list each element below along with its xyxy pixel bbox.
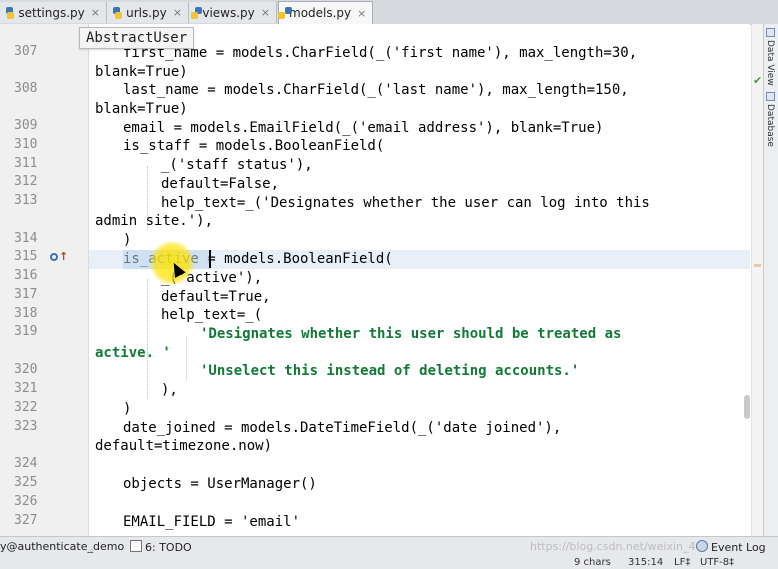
code-line: ): [123, 401, 132, 417]
code-line: help_text=_(: [161, 307, 263, 323]
code-line: ),: [161, 382, 178, 398]
status-bar: 9 chars 315:14 LF‡ UTF-8‡: [0, 556, 778, 569]
close-tab-icon[interactable]: ×: [357, 7, 366, 20]
code-line: first_name = models.CharField(_('first n…: [123, 45, 638, 61]
code-line: is_staff = models.BooleanField(: [123, 138, 385, 154]
code-line: 'Designates whether this user should be …: [200, 326, 622, 342]
line-number: 318: [14, 306, 38, 321]
line-number: 325: [14, 475, 38, 490]
tab-label: settings.py: [18, 5, 85, 20]
watermark: https://blog.csdn.net/weixin_44: [530, 540, 703, 553]
code-line: help_text=_('Designates whether the user…: [161, 195, 650, 211]
vertical-scrollbar-thumb[interactable]: [744, 395, 750, 419]
code-line: admin site.'),: [95, 213, 214, 229]
caret-position[interactable]: 315:14: [628, 557, 663, 568]
todo-icon: [130, 540, 142, 552]
line-number: 308: [14, 81, 38, 96]
tab-label: models.py: [289, 6, 352, 20]
tool-window-bar: y@authenticate_demo 6: TODO https://blog…: [0, 536, 778, 557]
line-number: 323: [14, 419, 38, 434]
python-file-icon: [190, 6, 203, 19]
event-log-icon: [696, 540, 708, 552]
code-line: blank=True): [95, 101, 188, 117]
line-number-gutter[interactable]: 307 308 309 310 311 312 313 314 315 316 …: [0, 24, 89, 536]
indent-guide: [186, 336, 187, 381]
right-tool-strip: Data View Database: [763, 24, 778, 536]
data-view-icon[interactable]: [766, 28, 775, 37]
code-line: _('staff status'),: [161, 157, 313, 173]
line-number: 314: [14, 231, 38, 246]
data-view-tool-button[interactable]: Data View: [765, 40, 775, 86]
line-number: 320: [14, 362, 38, 377]
tab-label: views.py: [202, 5, 255, 20]
line-number: 315: [14, 249, 38, 264]
database-tool-button[interactable]: Database: [765, 104, 775, 147]
line-number: 327: [14, 513, 38, 528]
tab-urls-py[interactable]: urls.py ×: [107, 2, 189, 23]
todo-tool-button[interactable]: 6: TODO: [130, 540, 192, 554]
selection-chars: 9 chars: [574, 557, 611, 568]
text-caret: [209, 250, 211, 268]
python-file-icon: [6, 6, 15, 19]
code-token: blank=True): [95, 64, 188, 80]
run-config-label[interactable]: y@authenticate_demo: [0, 540, 124, 553]
code-line: 'Unselect this instead of deleting accou…: [200, 363, 580, 379]
code-line: EMAIL_FIELD = 'email': [123, 514, 301, 530]
code-line: default=True,: [161, 289, 271, 305]
code-line: date_joined = models.DateTimeField(_('da…: [123, 420, 562, 436]
event-log-button[interactable]: Event Log: [696, 540, 766, 554]
line-number: 310: [14, 137, 38, 152]
todo-label: 6: TODO: [145, 541, 192, 554]
inspection-ok-icon[interactable]: ✔: [753, 74, 762, 87]
python-file-icon: [113, 6, 123, 19]
tab-models-py[interactable]: models.py ×: [278, 1, 373, 24]
database-icon[interactable]: [766, 92, 775, 101]
line-number: 312: [14, 174, 38, 189]
event-log-label: Event Log: [711, 541, 766, 554]
line-number: 316: [14, 268, 38, 283]
up-arrow-icon[interactable]: ↑: [59, 250, 68, 263]
tab-settings-py[interactable]: settings.py ×: [0, 2, 107, 23]
code-editor[interactable]: first_name = models.CharField(_('first n…: [89, 24, 750, 536]
code-line: objects = UserManager(): [123, 476, 317, 492]
code-line: active. ': [95, 345, 171, 361]
code-line: last_name = models.CharField(_('last nam…: [123, 82, 629, 98]
line-number: 322: [14, 400, 38, 415]
stripe-marker[interactable]: [754, 264, 761, 267]
code-line: ): [123, 232, 132, 248]
tab-label: urls.py: [126, 5, 167, 20]
breadcrumb-popup[interactable]: AbstractUser: [79, 27, 195, 49]
line-number: 317: [14, 287, 38, 302]
line-number: 326: [14, 494, 38, 509]
line-number: 313: [14, 193, 38, 208]
line-number: 321: [14, 381, 38, 396]
line-number: 307: [14, 44, 38, 59]
override-marker-icon[interactable]: [50, 253, 58, 261]
close-tab-icon[interactable]: ×: [91, 6, 100, 19]
line-number: 309: [14, 118, 38, 133]
line-number: 324: [14, 456, 38, 471]
tab-views-py[interactable]: views.py ×: [189, 2, 277, 23]
file-encoding[interactable]: UTF-8‡: [700, 557, 734, 568]
code-line: blank=True): [95, 63, 188, 81]
line-number: 319: [14, 324, 38, 339]
code-line: email = models.EmailField(_('email addre…: [123, 120, 604, 136]
line-separator[interactable]: LF‡: [674, 557, 690, 568]
line-number: 311: [14, 156, 38, 171]
close-tab-icon[interactable]: ×: [261, 6, 270, 19]
code-line: default=timezone.now): [95, 438, 273, 454]
indent-guide: [147, 279, 148, 399]
code-line: default=False,: [161, 176, 280, 192]
editor-tab-bar: settings.py × urls.py × views.py × model…: [0, 0, 778, 25]
close-tab-icon[interactable]: ×: [173, 6, 182, 19]
